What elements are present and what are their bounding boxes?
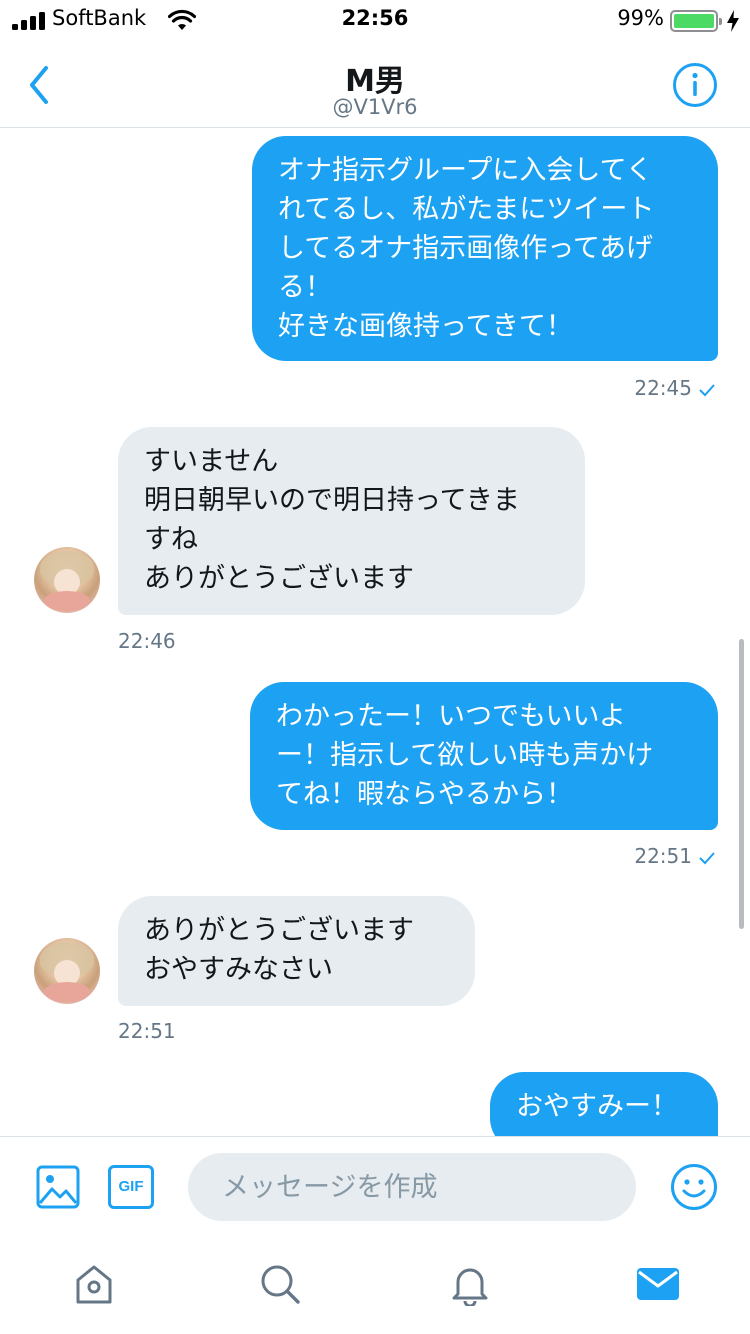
message-timestamp: 22:51 xyxy=(118,1019,176,1043)
conversation-header: M男 @V1Vr6 xyxy=(0,40,750,128)
message-bubble-sent[interactable]: オナ指示グループに入会してく れてるし、私がたまにツイート してるオナ指示画像作… xyxy=(252,136,718,361)
status-bar: SoftBank 22:56 99% xyxy=(0,0,750,40)
search-icon[interactable] xyxy=(258,1262,302,1306)
conversation-handle: @V1Vr6 xyxy=(332,95,418,119)
conversation-title: M男 xyxy=(345,64,405,99)
checkmark-icon xyxy=(699,383,715,396)
image-icon[interactable] xyxy=(36,1165,80,1209)
avatar[interactable] xyxy=(34,938,100,1004)
message-timestamp: 22:46 xyxy=(118,629,176,653)
message-bubble-received[interactable]: すいません 明日朝早いので明日持ってきま すね ありがとうございます xyxy=(118,427,585,615)
battery-level xyxy=(674,14,714,28)
avatar[interactable] xyxy=(34,547,100,613)
checkmark-icon xyxy=(699,851,715,864)
message-composer: GIF xyxy=(0,1136,750,1240)
message-bubble-sent[interactable]: おやすみー！ xyxy=(490,1072,718,1136)
message-timestamp: 22:51 xyxy=(634,844,716,868)
home-icon[interactable] xyxy=(72,1262,116,1306)
scrollbar[interactable] xyxy=(739,639,744,929)
charging-bolt-icon xyxy=(727,10,739,32)
message-input[interactable] xyxy=(188,1153,636,1221)
battery-percent: 99% xyxy=(617,6,664,30)
gif-button[interactable]: GIF xyxy=(108,1165,154,1209)
info-icon[interactable] xyxy=(672,62,718,108)
bell-icon[interactable] xyxy=(448,1262,492,1306)
smiley-icon[interactable] xyxy=(670,1163,718,1211)
mail-icon[interactable] xyxy=(636,1262,680,1306)
message-list[interactable]: オナ指示グループに入会してく れてるし、私がたまにツイート してるオナ指示画像作… xyxy=(0,129,750,1136)
message-timestamp: 22:45 xyxy=(634,376,716,400)
battery-icon xyxy=(670,10,722,32)
tab-bar xyxy=(0,1240,750,1334)
message-bubble-received[interactable]: ありがとうございます おやすみなさい xyxy=(118,896,475,1006)
message-bubble-sent[interactable]: わかったー！いつでもいいよ ー！指示して欲しい時も声かけ てね！暇ならやるから！ xyxy=(250,682,718,830)
